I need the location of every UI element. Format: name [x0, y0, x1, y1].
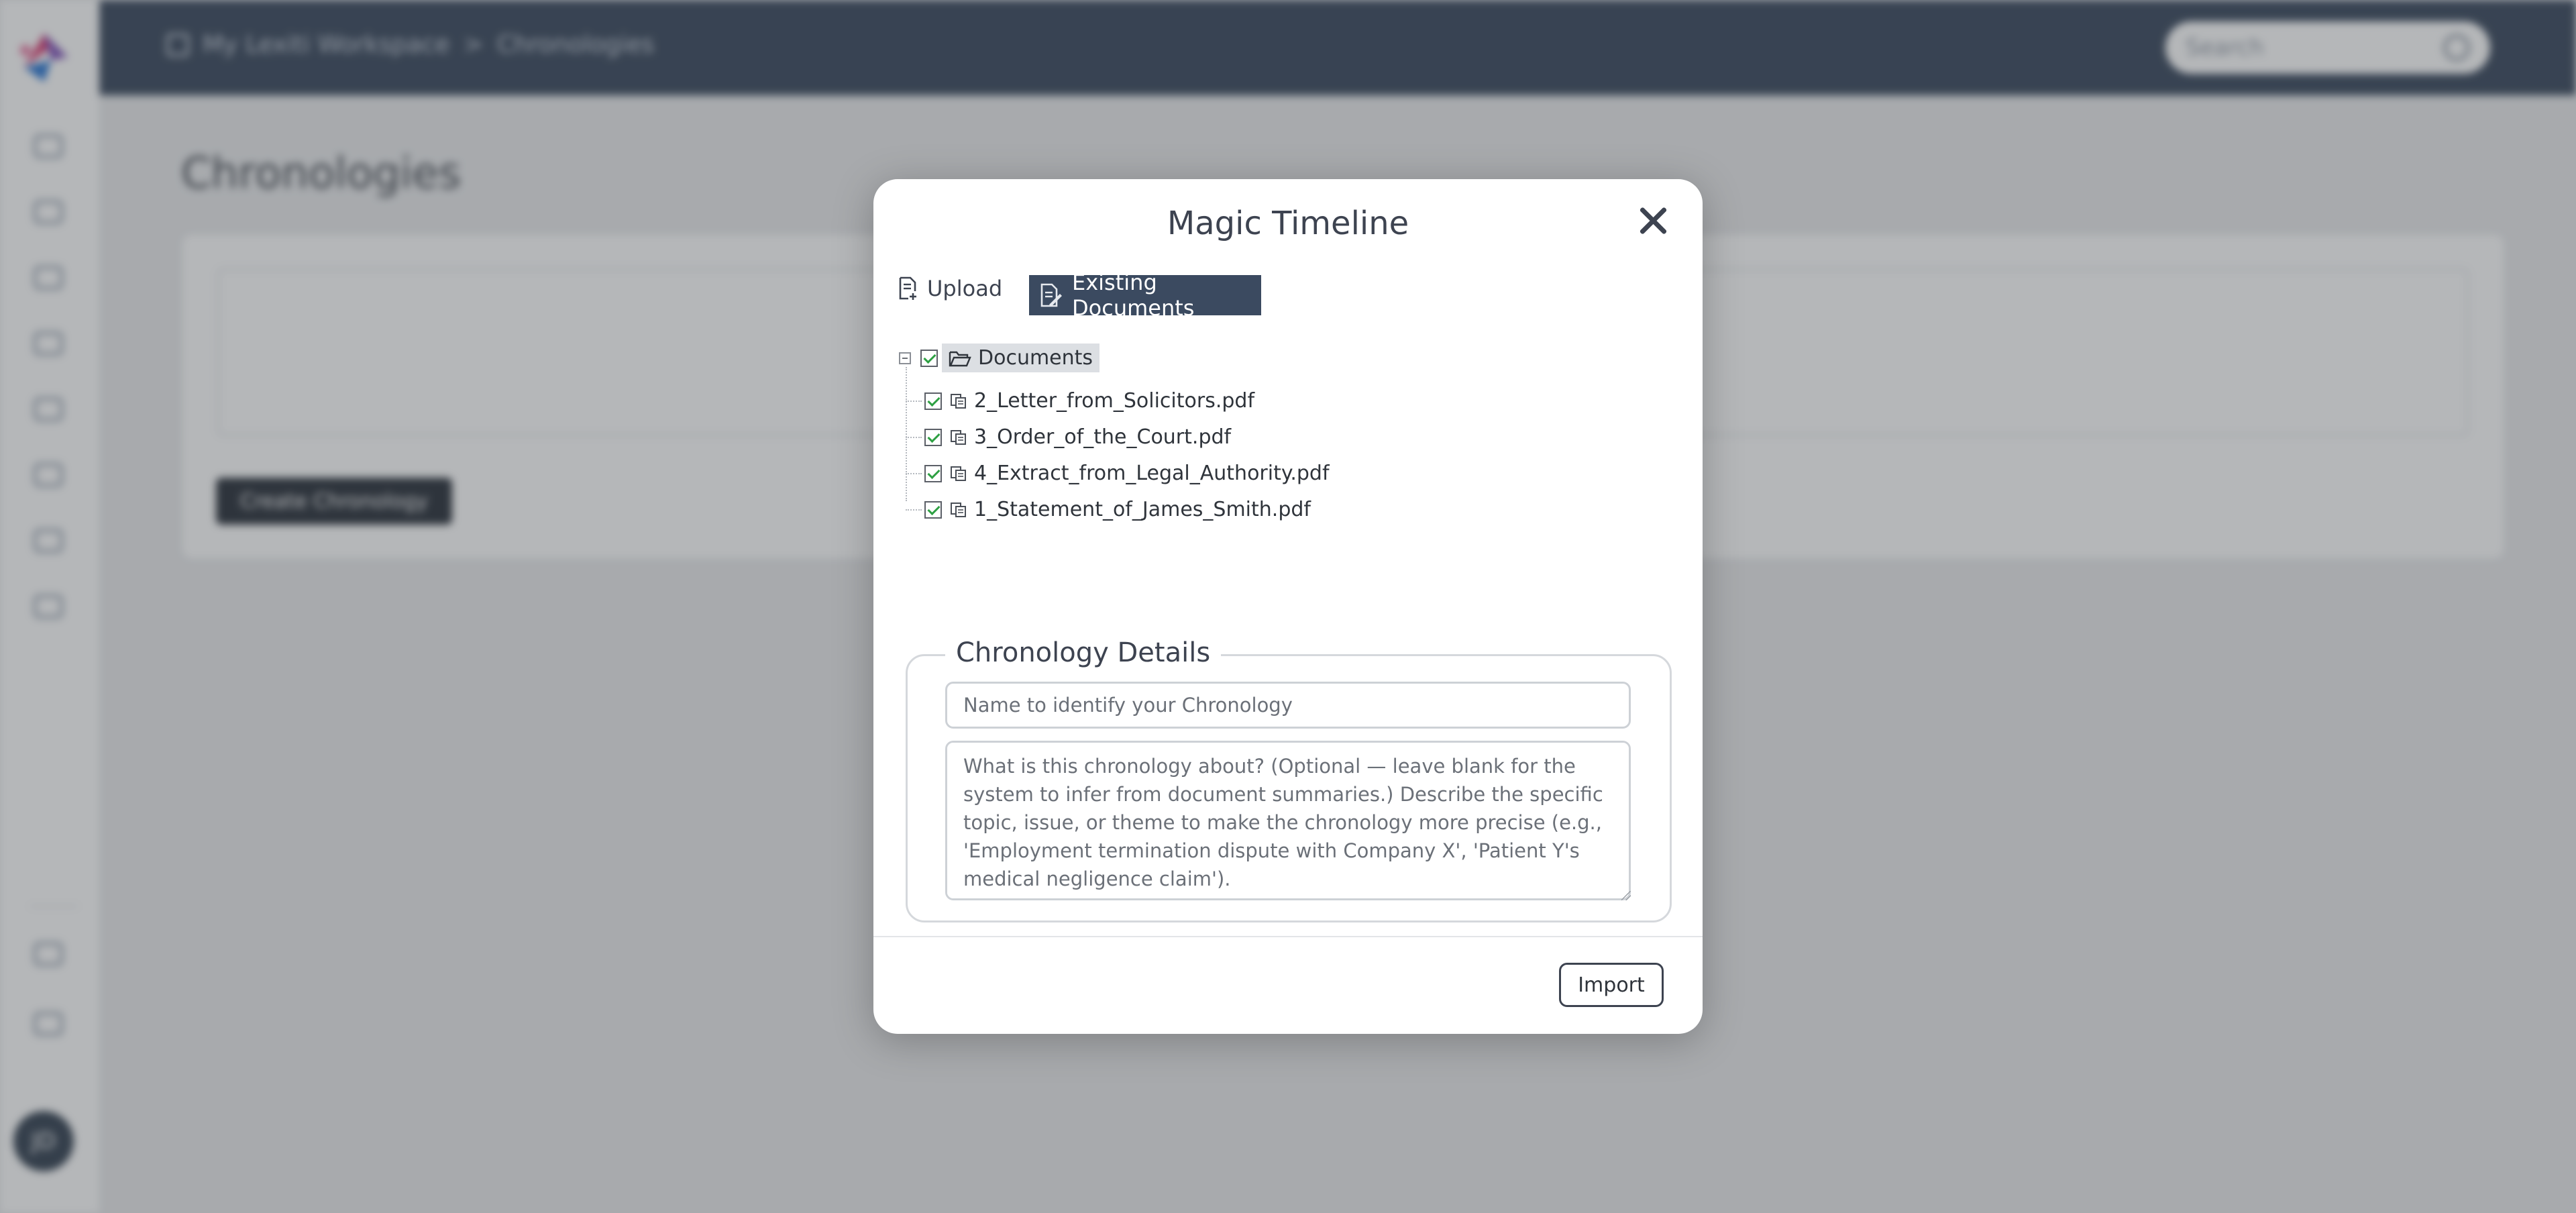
tree-file-item[interactable]: 3_Order_of_the_Court.pdf — [906, 425, 1231, 449]
tree-branch-line — [906, 400, 922, 402]
upload-file-icon — [899, 276, 916, 300]
modal-title: Magic Timeline — [1167, 205, 1409, 242]
tree-branch-line — [906, 472, 922, 474]
tree-branch-line — [906, 436, 922, 438]
chronology-details-group: Chronology Details — [906, 637, 1672, 922]
folder-open-icon — [949, 351, 971, 366]
tab-existing-documents[interactable]: Existing Documents — [1029, 270, 1261, 321]
existing-document-icon — [1040, 283, 1062, 307]
chronology-name-input[interactable] — [945, 682, 1631, 729]
close-icon[interactable] — [1638, 206, 1668, 235]
pdf-file-icon — [951, 429, 966, 445]
tree-branch-line — [906, 509, 922, 511]
chronology-details-legend: Chronology Details — [945, 637, 1222, 668]
import-button[interactable]: Import — [1559, 963, 1664, 1007]
file-name: 1_Statement_of_James_Smith.pdf — [974, 498, 1311, 521]
tab-upload[interactable]: Upload — [898, 273, 1002, 304]
documents-folder-label: Documents — [978, 346, 1093, 370]
file-name: 2_Letter_from_Solicitors.pdf — [974, 389, 1255, 413]
documents-folder-node[interactable]: Documents — [942, 344, 1100, 372]
tree-file-item[interactable]: 1_Statement_of_James_Smith.pdf — [906, 498, 1311, 521]
tab-upload-label: Upload — [927, 276, 1003, 301]
file-name: 4_Extract_from_Legal_Authority.pdf — [974, 462, 1330, 485]
pdf-file-icon — [951, 466, 966, 481]
tree-file-item[interactable]: 4_Extract_from_Legal_Authority.pdf — [906, 462, 1330, 485]
file-checkbox[interactable] — [924, 464, 942, 482]
pdf-file-icon — [951, 502, 966, 517]
tree-root: Documents — [899, 344, 1100, 372]
file-name: 3_Order_of_the_Court.pdf — [974, 425, 1232, 449]
tree-file-item[interactable]: 2_Letter_from_Solicitors.pdf — [906, 389, 1254, 413]
magic-timeline-modal: Magic Timeline Upload Existing Documents — [873, 179, 1703, 1034]
modal-footer-divider — [873, 936, 1703, 937]
tab-existing-label: Existing Documents — [1072, 270, 1195, 321]
file-checkbox[interactable] — [924, 428, 942, 446]
collapse-toggle-icon[interactable] — [899, 352, 911, 364]
file-checkbox[interactable] — [924, 392, 942, 410]
file-checkbox[interactable] — [924, 500, 942, 519]
documents-checkbox[interactable] — [920, 349, 938, 367]
chronology-about-textarea[interactable] — [945, 741, 1631, 900]
pdf-file-icon — [951, 393, 966, 409]
